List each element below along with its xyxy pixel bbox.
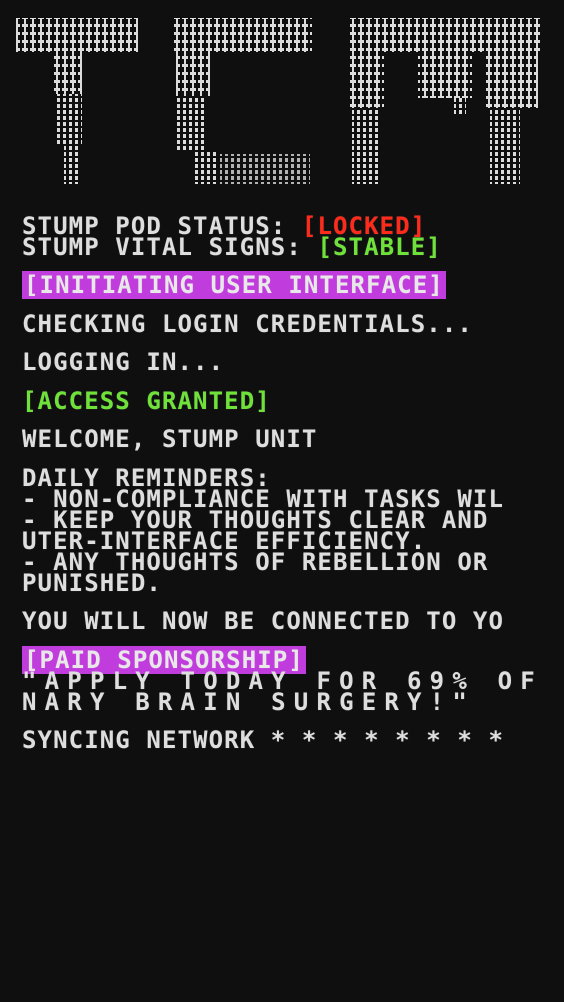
sponsor-ad-line-2: NARY BRAIN SURGERY!" <box>22 688 475 716</box>
logo-letter-c <box>174 18 312 184</box>
access-granted: [ACCESS GRANTED] <box>22 387 271 415</box>
logging-in: LOGGING IN... <box>22 348 225 376</box>
logo-letter-t <box>16 18 138 184</box>
checking-credentials: CHECKING LOGIN CREDENTIALS... <box>22 310 473 338</box>
reminder-line-5: PUNISHED. <box>22 569 162 597</box>
vital-signs-value: [STABLE] <box>317 233 442 261</box>
welcome-message: WELCOME, STUMP UNIT <box>22 425 318 453</box>
syncing-network: SYNCING NETWORK * * * * * * * * <box>22 726 505 754</box>
connect-message: YOU WILL NOW BE CONNECTED TO YO <box>22 607 505 635</box>
logo-letter-m <box>348 18 540 184</box>
initiating-line: [INITIATING USER INTERFACE] <box>22 271 446 299</box>
tcm-logo <box>16 18 540 184</box>
initiating-banner: [INITIATING USER INTERFACE] <box>22 271 446 299</box>
vital-signs-line: STUMP VITAL SIGNS: [STABLE] <box>22 235 442 259</box>
terminal-screen: STUMP POD STATUS: [LOCKED] STUMP VITAL S… <box>0 0 564 1002</box>
vital-signs-label: STUMP VITAL SIGNS: <box>22 233 318 261</box>
